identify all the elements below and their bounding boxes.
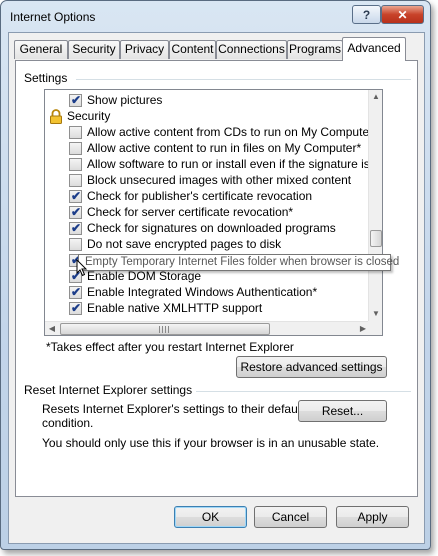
setting-checkbox[interactable]: ✔	[69, 221, 82, 235]
reset-button[interactable]: Reset...	[298, 400, 387, 422]
settings-group-label: Settings	[24, 71, 68, 85]
reset-group-label: Reset Internet Explorer settings	[24, 383, 193, 397]
vertical-scrollbar[interactable]: ▲ ▼	[368, 90, 382, 321]
setting-checkbox[interactable]: ✔	[69, 93, 82, 107]
horizontal-scroll-thumb[interactable]	[60, 323, 270, 335]
scroll-down-icon[interactable]: ▼	[369, 307, 383, 321]
settings-list-item[interactable]: Do not save encrypted pages to disk	[45, 236, 370, 252]
setting-checkbox[interactable]: ✔	[69, 285, 82, 299]
settings-list-content: ✔ Show pictures Security Allow active conte…	[45, 90, 370, 321]
setting-label: Allow active content from CDs to run on …	[87, 125, 370, 139]
reset-warning: You should only use this if your browser…	[42, 436, 380, 450]
settings-group-divider	[76, 79, 411, 80]
setting-label: Allow active content to run in files on …	[87, 141, 362, 155]
scrollbar-corner	[368, 321, 382, 335]
settings-list[interactable]: ✔ Show pictures Security Allow active conte…	[44, 89, 383, 336]
tab-general[interactable]: General	[14, 40, 68, 59]
settings-list-item[interactable]: ✔ Check for publisher's certificate revoc…	[45, 188, 370, 204]
vertical-scroll-thumb[interactable]	[370, 230, 382, 247]
reset-description-line1: Resets Internet Explorer's settings to t…	[42, 402, 304, 416]
setting-label: Check for server certificate revocation*	[87, 205, 294, 219]
horizontal-scrollbar[interactable]: ◀ ▶	[45, 321, 370, 335]
setting-label: Show pictures	[87, 93, 163, 107]
scroll-up-icon[interactable]: ▲	[369, 90, 383, 104]
reset-description-line2: condition.	[42, 416, 94, 430]
setting-label: Block unsecured images with other mixed …	[87, 173, 352, 187]
cancel-button[interactable]: Cancel	[254, 506, 327, 528]
setting-label: Enable DOM Storage	[87, 269, 202, 283]
dialog-body: General Security Privacy Content Connect…	[8, 32, 425, 544]
close-icon: ✕	[397, 7, 408, 22]
title-bar[interactable]: Internet Options ? ✕	[1, 1, 430, 31]
checkmark-icon: ✔	[71, 301, 82, 315]
grip-icon	[159, 326, 169, 333]
setting-checkbox[interactable]: ✔	[69, 301, 82, 315]
settings-list-item[interactable]: ✔ Check for signatures on downloaded prog…	[45, 220, 370, 236]
checkmark-icon: ✔	[71, 285, 82, 299]
lock-icon	[50, 109, 62, 124]
checkmark-icon: ✔	[71, 221, 82, 235]
reset-group-divider	[196, 391, 411, 392]
setting-checkbox[interactable]	[69, 174, 82, 187]
setting-checkbox[interactable]: ✔	[69, 189, 82, 203]
setting-label: Check for publisher's certificate revoca…	[87, 189, 313, 203]
settings-list-item[interactable]: Allow active content to run in files on …	[45, 140, 370, 156]
restore-advanced-settings-button[interactable]: Restore advanced settings	[236, 356, 387, 378]
setting-checkbox[interactable]	[69, 238, 82, 251]
checkmark-icon: ✔	[71, 205, 82, 219]
settings-list-item[interactable]: ✔ Show pictures	[45, 92, 370, 108]
help-button[interactable]: ?	[352, 5, 381, 24]
tab-advanced[interactable]: Advanced	[342, 37, 406, 61]
settings-category: Security	[45, 108, 370, 124]
tab-content[interactable]: Content	[169, 40, 216, 59]
tab-privacy[interactable]: Privacy	[120, 40, 169, 59]
setting-checkbox[interactable]	[69, 158, 82, 171]
apply-button[interactable]: Apply	[336, 506, 409, 528]
setting-label: Enable native XMLHTTP support	[87, 301, 263, 315]
setting-tooltip: Empty Temporary Internet Files folder wh…	[78, 254, 399, 271]
setting-label: Do not save encrypted pages to disk	[87, 237, 282, 251]
tab-connections[interactable]: Connections	[216, 40, 287, 59]
tab-security[interactable]: Security	[68, 40, 120, 59]
settings-list-item[interactable]: Allow active content from CDs to run on …	[45, 124, 370, 140]
ok-button[interactable]: OK	[174, 506, 247, 528]
setting-label: Check for signatures on downloaded progr…	[87, 221, 336, 235]
tab-programs[interactable]: Programs	[287, 40, 343, 59]
settings-list-item[interactable]: Allow software to run or install even if…	[45, 156, 370, 172]
advanced-tab-panel: Settings ✔ Show pictures Security Allow act…	[15, 60, 418, 497]
restart-note: *Takes effect after you restart Internet…	[46, 340, 294, 354]
setting-label: Enable Integrated Windows Authentication…	[87, 285, 318, 299]
checkmark-icon: ✔	[71, 189, 82, 203]
settings-list-item[interactable]: Block unsecured images with other mixed …	[45, 172, 370, 188]
settings-list-item[interactable]: ✔ Enable Integrated Windows Authenticatio…	[45, 284, 370, 300]
settings-category-label: Security	[67, 109, 111, 123]
tab-strip: General Security Privacy Content Connect…	[9, 33, 424, 61]
internet-options-window: Internet Options ? ✕ General Security Pr…	[0, 0, 431, 550]
setting-label: Allow software to run or install even if…	[87, 157, 370, 171]
setting-checkbox[interactable]	[69, 126, 82, 139]
window-title: Internet Options	[10, 10, 96, 24]
mouse-cursor-icon	[76, 259, 88, 277]
close-button[interactable]: ✕	[381, 5, 424, 24]
settings-list-item[interactable]: ✔ Enable native XMLHTTP support	[45, 300, 370, 316]
settings-list-item[interactable]: ✔ Check for server certificate revocation…	[45, 204, 370, 220]
scroll-left-icon[interactable]: ◀	[45, 322, 59, 336]
setting-checkbox[interactable]: ✔	[69, 205, 82, 219]
setting-checkbox[interactable]	[69, 142, 82, 155]
help-icon: ?	[362, 7, 371, 22]
checkmark-icon: ✔	[71, 93, 82, 107]
